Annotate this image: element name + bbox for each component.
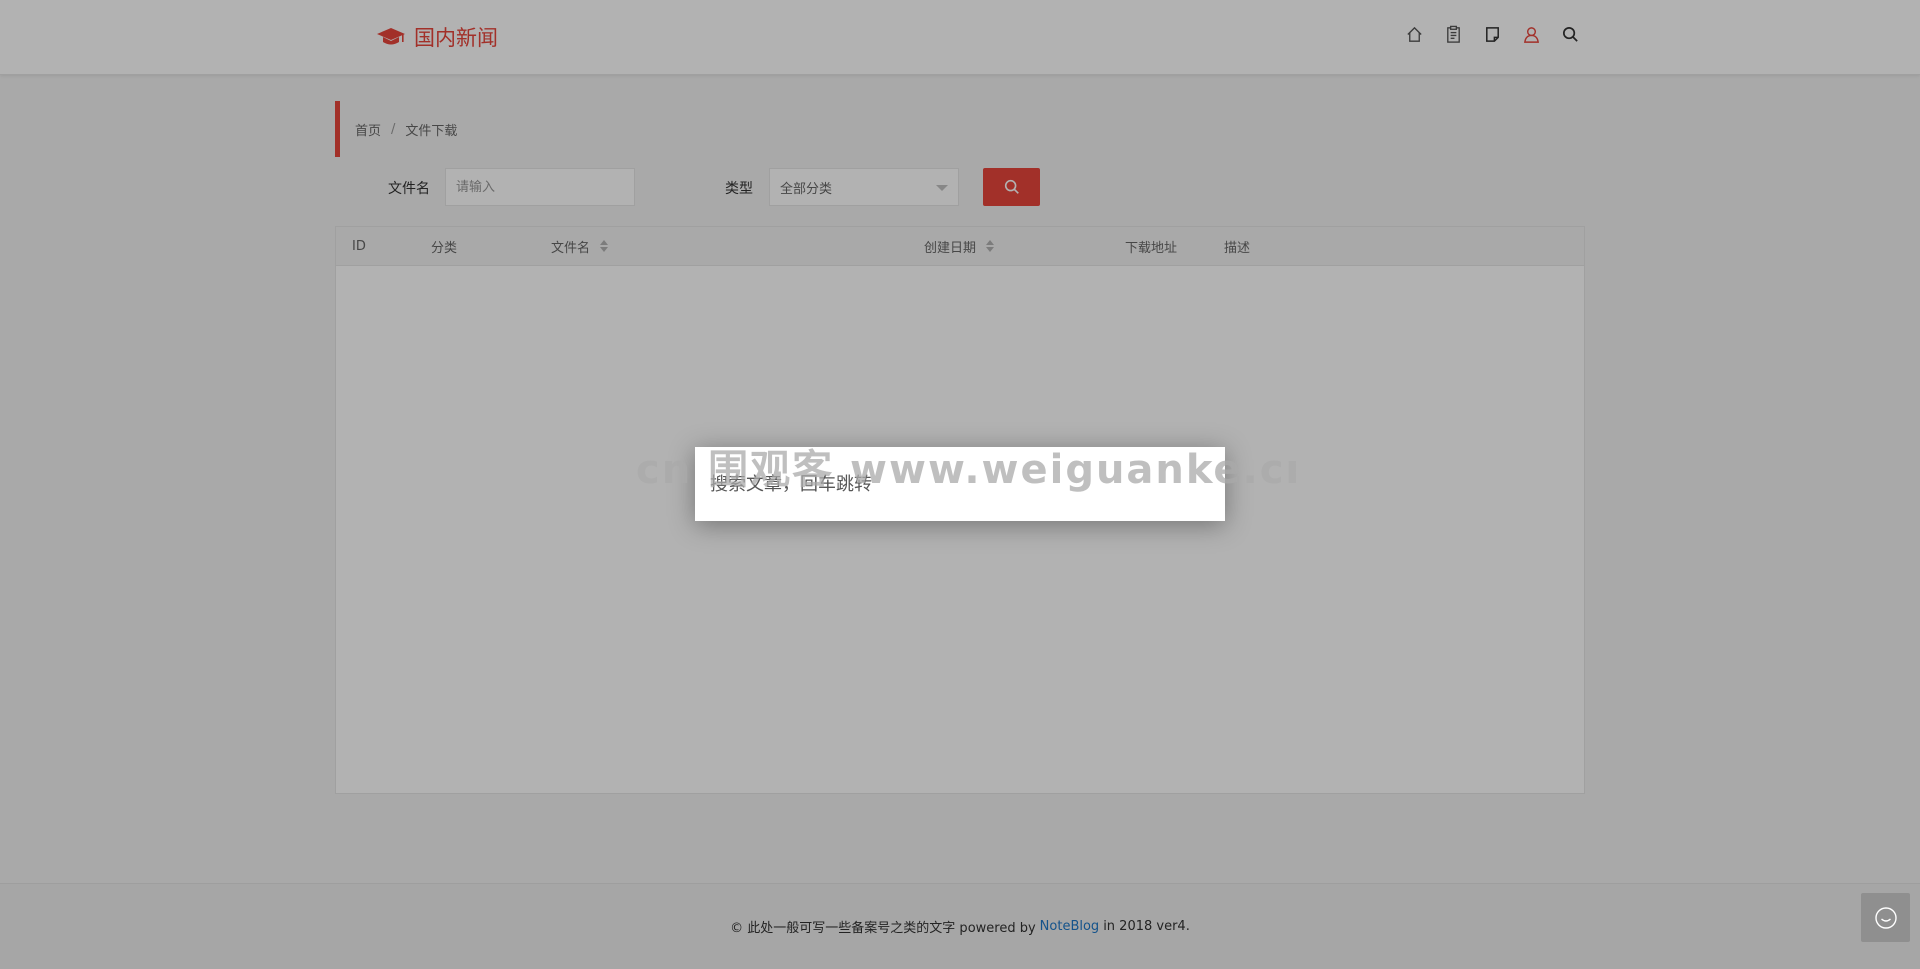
search-dialog [695, 447, 1225, 521]
search-dialog-input[interactable] [695, 447, 1225, 521]
feedback-button[interactable] [1861, 893, 1910, 942]
chat-icon [1874, 906, 1897, 929]
